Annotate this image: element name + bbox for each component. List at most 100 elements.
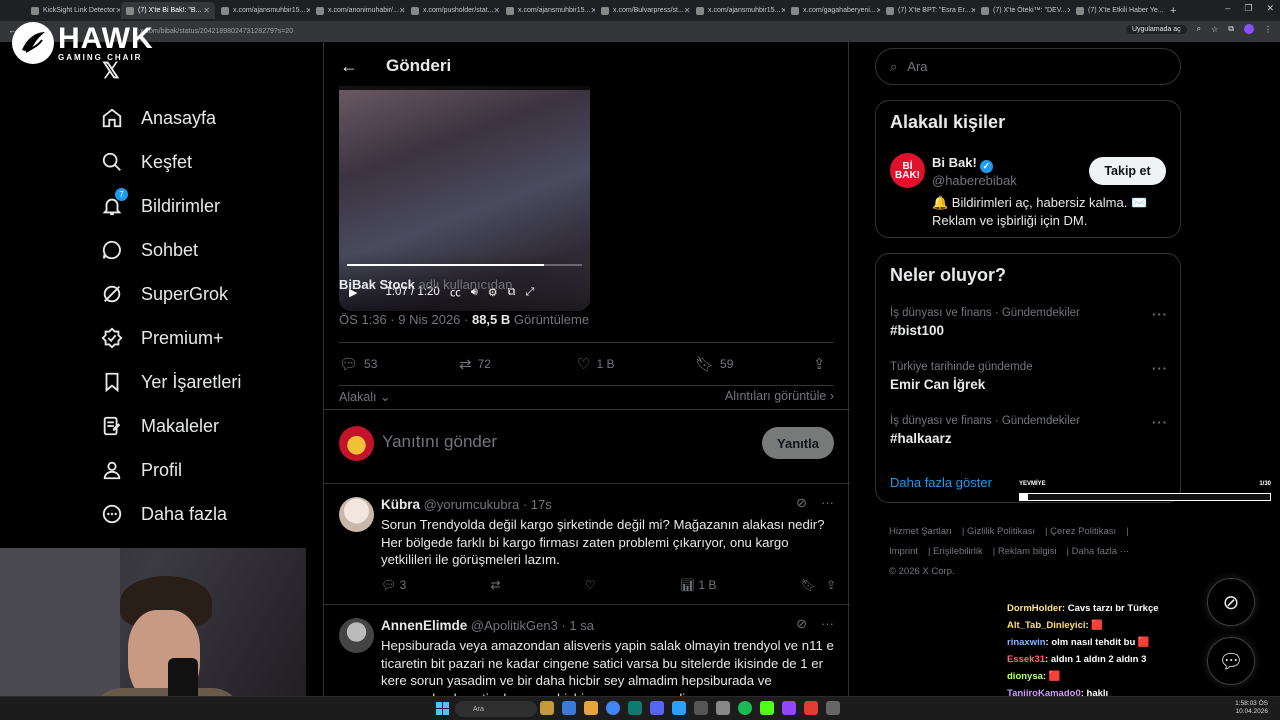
nav-item-supergrok[interactable]: SuperGrok (100, 272, 241, 316)
tweet-time[interactable]: · 17s (523, 497, 552, 512)
trend-item[interactable]: İş dünyası ve finans · Gündemdekiler #ha… (890, 415, 1168, 446)
maximize-icon[interactable]: ❐ (1244, 3, 1252, 14)
tweet-handle[interactable]: @yorumcukubra (424, 497, 520, 512)
post-timestamp[interactable]: ÖS 1:36 · 9 Nis 2026 · (339, 312, 468, 327)
share-action[interactable]: ⇪ (813, 355, 826, 373)
chrome-icon[interactable] (606, 701, 620, 715)
avatar[interactable]: Bİ BAK! (890, 153, 925, 188)
avatar[interactable] (339, 497, 374, 532)
chat-username[interactable]: dionysa (1007, 671, 1043, 682)
tab-close-icon[interactable]: ✕ (970, 6, 975, 15)
grok-icon[interactable]: ⊘ (796, 616, 807, 632)
app-icon[interactable] (562, 701, 576, 715)
app-icon[interactable] (628, 701, 642, 715)
chat-username[interactable]: Alt_Tab_Dinleyici (1007, 620, 1086, 631)
kick-icon[interactable] (760, 701, 774, 715)
extensions-icon[interactable]: ⧉ (1228, 24, 1234, 34)
new-tab-button[interactable]: + (1170, 5, 1176, 17)
views-action[interactable]: 📊︎ 1 B (680, 578, 717, 592)
user-name-row[interactable]: Bi Bak! ✓ (932, 155, 993, 173)
show-more-link[interactable]: Daha fazla göster (890, 475, 992, 490)
trend-item[interactable]: Türkiye tarihinde gündemde Emir Can İğre… (890, 361, 1168, 392)
trend-item[interactable]: İş dünyası ve finans · Gündemdekiler #bi… (890, 307, 1168, 338)
reply-button[interactable]: Yanıtla (762, 427, 834, 459)
nav-item-more[interactable]: Daha fazla (100, 492, 241, 536)
share-icon[interactable]: ⇪ (826, 578, 836, 592)
app-icon[interactable] (782, 701, 796, 715)
search-input[interactable] (907, 59, 1148, 74)
more-icon[interactable]: ··· (1152, 361, 1168, 376)
reply-tweet[interactable]: Kübra @yorumcukubra · 17s ⊘ ··· Sorun Tre… (324, 485, 850, 605)
reply-action[interactable]: 💬︎ 53 (339, 355, 459, 373)
nav-item-explore[interactable]: Keşfet (100, 140, 241, 184)
relevance-dropdown[interactable]: Alakalı ⌄ (339, 389, 391, 404)
browser-tab[interactable]: (7) X'te Etkili Haber Ye...✕ (1071, 2, 1165, 19)
close-window-icon[interactable]: ✕ (1266, 3, 1274, 14)
browser-tab[interactable]: x.com/ajansmuhbir15... ✕ (216, 2, 310, 19)
browser-tab[interactable]: x.com/gagahaberyeni... ✕ (786, 2, 880, 19)
url-field[interactable]: x.com/bibak/status/2042189802473128279?s… (140, 25, 1120, 39)
nav-item-articles[interactable]: Makaleler (100, 404, 241, 448)
browser-tab[interactable]: (7) X'te Bi Bak!: "B... ✕ (121, 2, 215, 19)
windows-start-icon[interactable] (436, 702, 449, 715)
tab-close-icon[interactable]: ✕ (780, 6, 785, 15)
tab-close-icon[interactable]: ✕ (1164, 6, 1165, 15)
search-box[interactable]: ⌕ (875, 48, 1181, 85)
nav-item-home[interactable]: Anasayfa (100, 96, 241, 140)
like-action[interactable]: ♡ 1 B (577, 355, 695, 373)
heart-icon[interactable]: ♡ (585, 578, 596, 592)
star-icon[interactable]: ☆ (1211, 25, 1218, 34)
footer-link[interactable]: Hizmet Şartları (889, 526, 952, 537)
browser-tab[interactable]: (7) X'te Öteki™: "DEV... ✕ (976, 2, 1070, 19)
tab-close-icon[interactable]: ✕ (876, 6, 880, 15)
folder-icon[interactable] (584, 701, 598, 715)
more-icon[interactable]: ··· (821, 495, 834, 511)
app-icon[interactable] (540, 701, 554, 715)
tab-close-icon[interactable]: ✕ (115, 6, 120, 15)
tab-close-icon[interactable]: ✕ (493, 6, 500, 15)
tweet-author[interactable]: Kübra (381, 497, 420, 512)
footer-link[interactable]: Imprint (889, 546, 918, 557)
tab-close-icon[interactable]: ✕ (1067, 6, 1070, 15)
video-progress-bar[interactable] (347, 264, 582, 266)
tab-close-icon[interactable]: ✕ (203, 6, 210, 15)
more-icon[interactable]: ··· (1152, 415, 1168, 430)
more-icon[interactable]: ··· (1152, 307, 1168, 322)
footer-link[interactable]: Erişilebilirlik (933, 546, 983, 557)
discord-icon[interactable] (650, 701, 664, 715)
browser-tab[interactable]: KickSight Link Detector ✕ (26, 2, 120, 19)
view-quotes-link[interactable]: Alıntıları görüntüle › (725, 389, 834, 403)
more-icon[interactable]: ··· (821, 616, 834, 632)
footer-link[interactable]: Çerez Politikası (1050, 526, 1116, 537)
chat-username[interactable]: DormHolder (1007, 603, 1062, 614)
reply-action[interactable]: 💬︎ 3 (381, 578, 406, 592)
bookmark-action[interactable]: 🔖︎ 59 (695, 355, 813, 373)
user-handle[interactable]: @haberebibak (932, 173, 1017, 188)
browser-tab[interactable]: (7) X'te BPT: "Esra Er... ✕ (881, 2, 975, 19)
source-user-link[interactable]: BiBak Stock (339, 277, 415, 292)
minimize-icon[interactable]: – (1225, 3, 1230, 14)
footer-link[interactable]: Gizlilik Politikası (967, 526, 1035, 537)
tweet-time[interactable]: · 1 sa (561, 618, 594, 633)
app-icon[interactable] (672, 701, 686, 715)
tab-close-icon[interactable]: ✕ (590, 6, 595, 15)
browser-tab[interactable]: x.com/ajansmuhbir15... ✕ (501, 2, 595, 19)
app-icon[interactable] (826, 701, 840, 715)
avatar[interactable] (339, 426, 374, 461)
follow-button[interactable]: Takip et (1089, 157, 1166, 185)
bookmark-outline-icon[interactable]: 🔖︎ (801, 578, 816, 592)
app-icon[interactable] (804, 701, 818, 715)
tab-close-icon[interactable]: ✕ (684, 6, 690, 15)
open-in-app-button[interactable]: Uygulamada aç (1125, 24, 1187, 34)
taskbar-clock[interactable]: 1:58:03 ÖS 10.04.2026 (1235, 700, 1268, 716)
browser-tab[interactable]: x.com/Bulvarpress/st... ✕ (596, 2, 690, 19)
footer-link[interactable]: Daha fazla ··· (1072, 546, 1130, 557)
nav-item-profile[interactable]: Profil (100, 448, 241, 492)
fullscreen-icon[interactable]: ⤢ (526, 286, 535, 299)
app-icon[interactable] (694, 701, 708, 715)
footer-link[interactable]: Reklam bilgisi (998, 546, 1057, 557)
spotify-icon[interactable] (738, 701, 752, 715)
taskbar-search[interactable]: Ara (455, 701, 537, 717)
zoom-icon[interactable]: ⌕ (1197, 24, 1201, 34)
profile-avatar-icon[interactable] (1244, 24, 1254, 34)
